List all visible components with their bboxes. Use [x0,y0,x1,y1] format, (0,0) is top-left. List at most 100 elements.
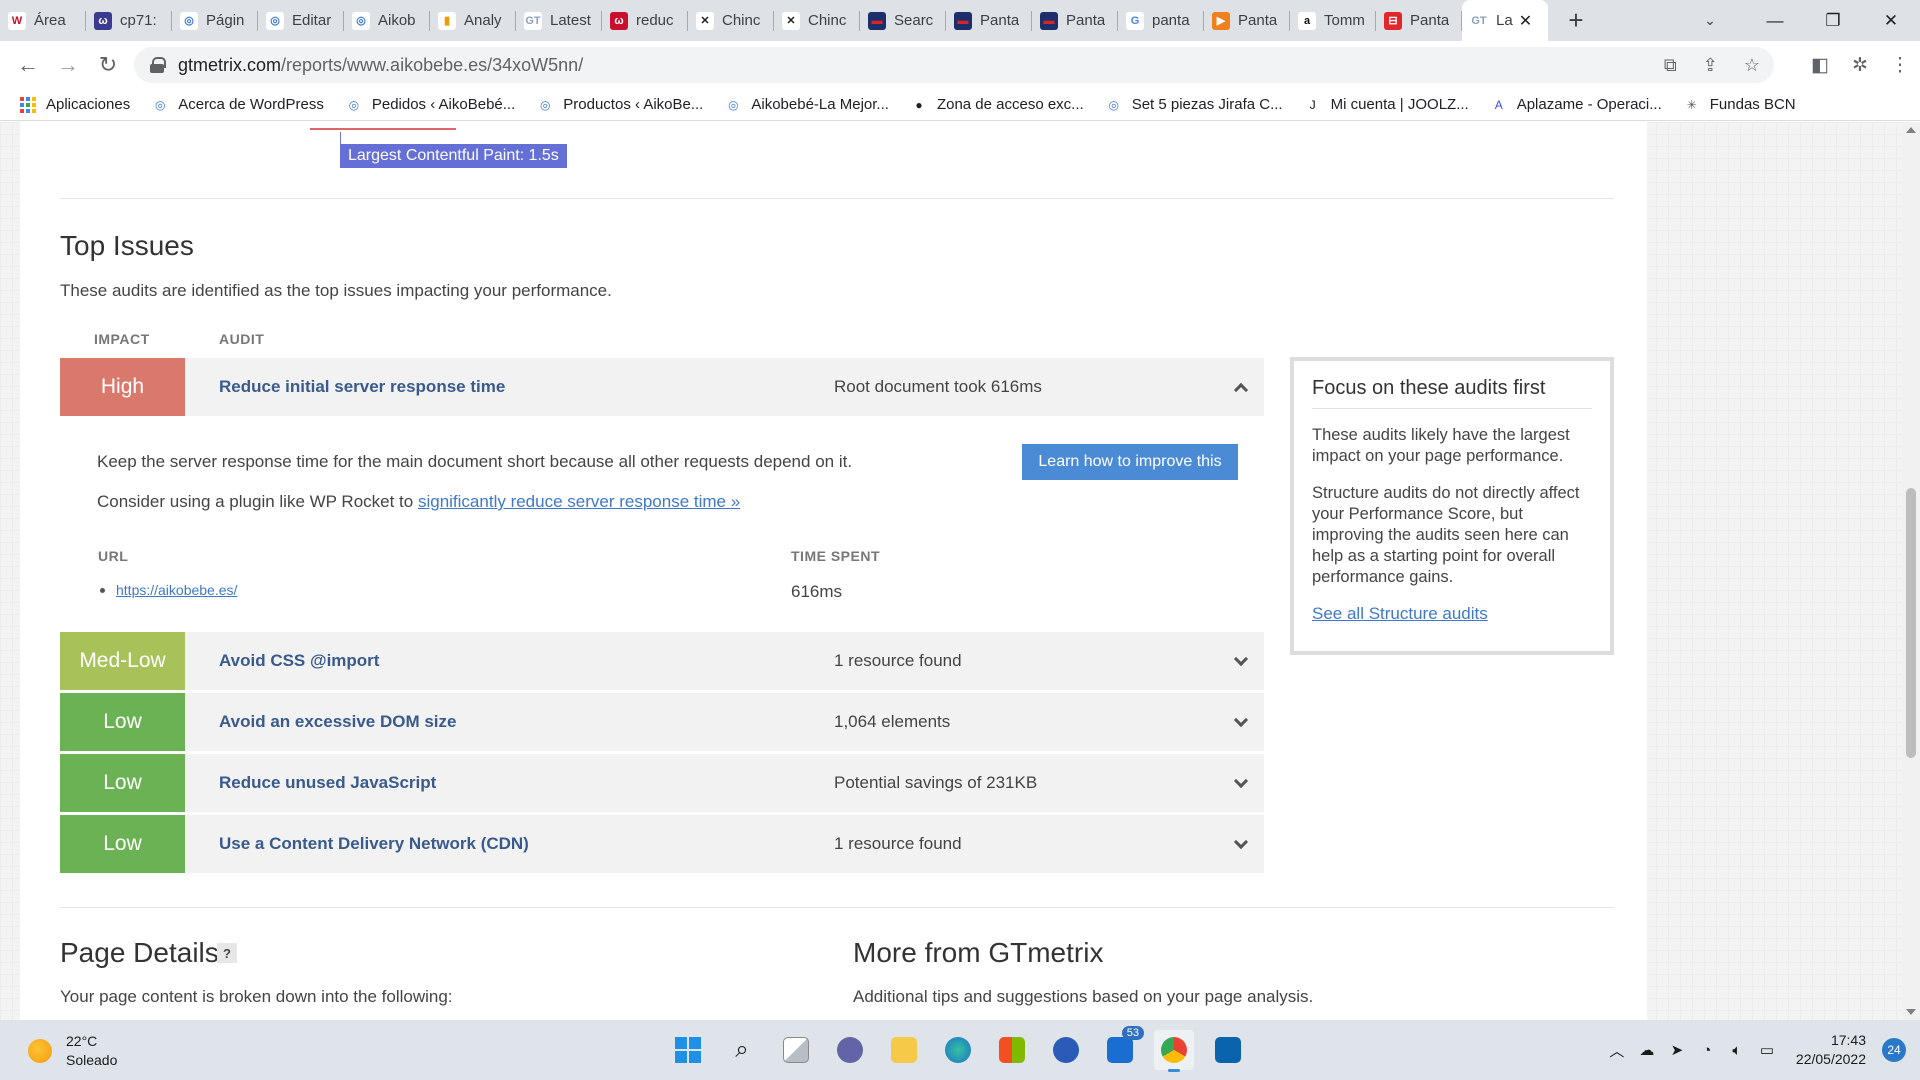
chevron-down-icon[interactable] [1218,632,1264,690]
browser-tab[interactable]: ◎ Editar [258,0,344,41]
location-icon[interactable]: ➤ [1662,1041,1692,1059]
address-bar[interactable]: gtmetrix.com/reports/www.aikobebe.es/34x… [134,47,1774,83]
back-button[interactable]: ← [8,45,48,85]
chevron-down-icon[interactable] [1218,693,1264,751]
page-scrollbar[interactable] [1902,122,1920,1020]
bookmark-item[interactable]: J Mi cuenta | JOOLZ... [1305,96,1469,113]
time-spent-value: 616ms [791,582,843,601]
issue-row[interactable]: High Reduce initial server response time… [60,358,1264,416]
browser-tab[interactable]: GT La ✕ [1462,0,1548,41]
audit-value: 1 resource found [834,651,962,670]
new-tab-button[interactable]: + [1556,0,1596,41]
store-button[interactable] [992,1030,1032,1070]
battery-icon[interactable]: ▭ [1752,1041,1782,1059]
task-view-button[interactable] [776,1030,816,1070]
extension-icon[interactable]: ✲ [1840,54,1880,77]
browser-tab[interactable]: ω cp71: [86,0,172,41]
wifi-icon[interactable]: ◔ [1692,1042,1722,1059]
store-icon [999,1037,1025,1063]
audit-title[interactable]: Avoid CSS @import [219,632,379,690]
issue-row[interactable]: Low Reduce unused JavaScript Potential s… [60,754,1264,812]
browser-tab[interactable]: ω reduc [602,0,688,41]
browser-tab[interactable]: ▬ Searc [860,0,946,41]
minimize-button[interactable]: — [1746,0,1804,41]
edge-button[interactable] [938,1030,978,1070]
teams-chat-button[interactable] [830,1030,870,1070]
impact-badge: Low [60,754,185,812]
bookmark-item[interactable]: ◎ Acerca de WordPress [152,96,324,113]
show-hidden-icons-chevron-icon[interactable]: ︿ [1602,1040,1632,1061]
browser-tab[interactable]: ▶ Panta [1204,0,1290,41]
browser-tab[interactable]: ◎ Aikob [344,0,430,41]
maximize-button[interactable]: ❐ [1804,0,1862,41]
weather-widget[interactable]: 22°C Soleado [28,1032,117,1070]
focus-text: These audits likely have the largest imp… [1312,426,1570,465]
share-icon[interactable]: ⇪ [1703,55,1718,76]
bookmark-item[interactable]: ✳ Fundas BCN [1684,96,1796,113]
bookmark-item[interactable]: ◎ Set 5 piezas Jirafa C... [1106,96,1282,113]
bookmark-label: Productos ‹ AikoBe... [563,96,704,113]
chevron-down-icon[interactable] [1218,754,1264,812]
bookmark-star-icon[interactable]: ☆ [1744,55,1760,76]
scrollbar-thumb[interactable] [1906,488,1916,758]
menu-kebab-icon[interactable]: ⋮ [1880,54,1920,77]
audit-title[interactable]: Reduce initial server response time [219,358,505,416]
close-tab-icon[interactable]: ✕ [1519,11,1532,31]
taskbar-apps: ⌕ 53 [668,1026,1248,1072]
chevron-down-icon[interactable] [1218,815,1264,873]
translate-icon[interactable]: ⧉ [1664,55,1677,76]
issue-row[interactable]: Low Avoid an excessive DOM size 1,064 el… [60,693,1264,751]
audit-title[interactable]: Avoid an excessive DOM size [219,693,456,751]
file-explorer-button[interactable] [884,1030,924,1070]
outlook-button[interactable] [1208,1030,1248,1070]
tab-favicon-icon: ▮ [438,11,456,30]
side-panel-icon[interactable]: ◧ [1800,54,1840,77]
bookmark-item[interactable]: ◎ Productos ‹ AikoBe... [537,96,703,113]
reload-button[interactable]: ↻ [88,45,128,85]
browser-tab[interactable]: ✕ Chinc [688,0,774,41]
browser-tab[interactable]: W Área [0,0,86,41]
help-icon[interactable]: ? [217,943,237,963]
notification-badge[interactable]: 24 [1882,1038,1906,1062]
browser-tab[interactable]: ✕ Chinc [774,0,860,41]
tab-favicon-icon: ✕ [782,11,800,30]
bookmark-item[interactable]: ● Zona de acceso exc... [911,96,1083,113]
tab-search-chevron-icon[interactable]: ⌄ [1690,0,1730,41]
bookmark-item[interactable]: ◎ Aikobebé-La Mejor... [725,96,889,113]
browser-tab[interactable]: a Tomm [1290,0,1376,41]
audit-title[interactable]: Reduce unused JavaScript [219,754,436,812]
chevron-up-icon[interactable] [1218,358,1264,416]
audit-title[interactable]: Use a Content Delivery Network (CDN) [219,815,529,873]
close-window-button[interactable]: ✕ [1862,0,1920,41]
resource-url-link[interactable]: https://aikobebe.es/ [116,582,237,598]
browser-tab[interactable]: ▮ Analy [430,0,516,41]
browser-tab[interactable]: ⊟ Panta [1376,0,1462,41]
browser-tab[interactable]: ▬ Panta [1032,0,1118,41]
search-button[interactable]: ⌕ [722,1030,762,1070]
bookmark-item[interactable]: A Aplazame - Operaci... [1491,96,1662,113]
volume-icon[interactable]: 🔈︎ [1722,1042,1752,1059]
wordpress-icon: ◎ [728,97,739,112]
browser-tab[interactable]: Gpanta [1118,0,1204,41]
bookmark-item[interactable]: ◎ Pedidos ‹ AikoBebé... [346,96,516,113]
start-button[interactable] [668,1030,708,1070]
browser-tab[interactable]: ▬ Panta [946,0,1032,41]
scroll-down-arrow-icon[interactable] [1906,1009,1916,1015]
cortana-button[interactable] [1046,1030,1086,1070]
chrome-button[interactable] [1154,1030,1194,1072]
see-structure-audits-link[interactable]: See all Structure audits [1312,604,1488,623]
focus-text: Structure audits do not directly affect … [1312,484,1580,586]
clock[interactable]: 17:43 22/05/2022 [1796,1031,1866,1069]
tab-favicon-icon: ω [610,11,628,30]
onedrive-cloud-icon[interactable]: ☁ [1632,1041,1662,1059]
issue-row[interactable]: Low Use a Content Delivery Network (CDN)… [60,815,1264,873]
mail-button[interactable]: 53 [1100,1026,1144,1070]
bookmark-item[interactable]: Aplicaciones [20,96,130,113]
scroll-up-arrow-icon[interactable] [1906,127,1916,133]
forward-button[interactable]: → [48,45,88,85]
browser-tab[interactable]: ◎ Págin [172,0,258,41]
learn-how-button[interactable]: Learn how to improve this [1022,444,1238,480]
issue-row[interactable]: Med-Low Avoid CSS @import 1 resource fou… [60,632,1264,690]
browser-tab[interactable]: GT Latest [516,0,602,41]
wp-rocket-link[interactable]: significantly reduce server response tim… [418,492,740,511]
